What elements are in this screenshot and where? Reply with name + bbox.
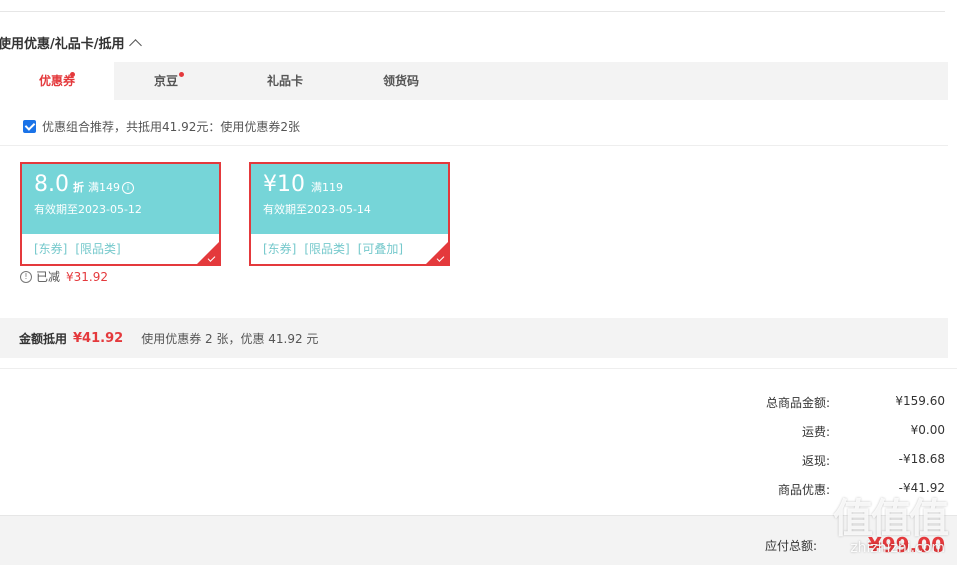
- tab-jingdou[interactable]: 京豆: [114, 62, 218, 100]
- coupon-tags: [东券] [限品类]: [22, 234, 219, 263]
- coupon-tag: [东券]: [34, 242, 68, 256]
- coupon-tag: [限品类]: [75, 242, 121, 256]
- summary-amount: ¥41.92: [73, 330, 124, 346]
- combo-text: 优惠组合推荐，共抵用41.92元：使用优惠券2张: [42, 120, 300, 134]
- chevron-up-icon: [128, 38, 142, 52]
- coupon-tags: [东券] [限品类] [可叠加]: [251, 234, 448, 263]
- selected-corner: [426, 242, 448, 264]
- coupon-expiry: 有效期至2023-05-14: [263, 203, 371, 216]
- coupon-tag: [东券]: [263, 242, 297, 256]
- combo-recommendation: 优惠组合推荐，共抵用41.92元：使用优惠券2张: [23, 118, 300, 135]
- coupon-expiry: 有效期至2023-05-12: [34, 203, 142, 216]
- payable-bar: 应付总额: ¥99.00: [0, 515, 957, 565]
- total-row: 总商品金额: ¥159.60: [765, 394, 945, 410]
- discount-summary: 金额抵用 ¥41.92 使用优惠券 2 张，优惠 41.92 元: [0, 318, 948, 358]
- coupon-amount: ¥10: [263, 172, 305, 197]
- total-row: 返现: -¥18.68: [801, 452, 945, 468]
- tab-gift-card[interactable]: 礼品卡: [218, 62, 352, 100]
- selected-corner: [197, 242, 219, 264]
- coupon-tag: [限品类]: [304, 242, 350, 256]
- coupon-condition: 满149: [88, 181, 120, 194]
- tab-coupons[interactable]: 优惠券: [0, 62, 114, 100]
- info-icon: !: [20, 270, 32, 283]
- notification-dot: [70, 72, 75, 77]
- tab-pickup-code[interactable]: 领货码: [352, 62, 450, 100]
- summary-label: 金额抵用: [19, 331, 68, 346]
- divider: [0, 368, 957, 369]
- watermark-text: zhizhizhi.com: [850, 540, 945, 556]
- top-divider: [0, 11, 945, 12]
- coupon-card[interactable]: ¥10 满119 有效期至2023-05-14 [东券] [限品类] [可叠加]: [249, 162, 450, 266]
- saved-amount: ! 已减 ¥31.92: [20, 268, 108, 285]
- section-title: 使用优惠/礼品卡/抵用: [0, 37, 125, 52]
- coupon-condition: 满119: [311, 181, 343, 194]
- divider: [0, 145, 948, 146]
- summary-desc: 使用优惠券 2 张，优惠 41.92 元: [141, 331, 319, 346]
- combo-checkbox[interactable]: [23, 120, 36, 133]
- payable-label: 应付总额:: [764, 539, 817, 553]
- total-row: 运费: ¥0.00: [801, 423, 945, 439]
- watermark-logo: 值值值: [833, 496, 949, 542]
- coupon-amount: 8.0: [34, 172, 69, 197]
- coupon-card[interactable]: 8.0 折满149 i 有效期至2023-05-12 [东券] [限品类]: [20, 162, 221, 266]
- discount-section-toggle[interactable]: 使用优惠/礼品卡/抵用: [0, 33, 142, 52]
- coupon-tag: [可叠加]: [357, 242, 404, 256]
- coupon-unit: 折: [73, 181, 84, 194]
- notification-dot: [179, 72, 184, 77]
- discount-tabs: 优惠券 京豆 礼品卡 领货码: [0, 62, 948, 100]
- info-icon[interactable]: i: [122, 182, 134, 194]
